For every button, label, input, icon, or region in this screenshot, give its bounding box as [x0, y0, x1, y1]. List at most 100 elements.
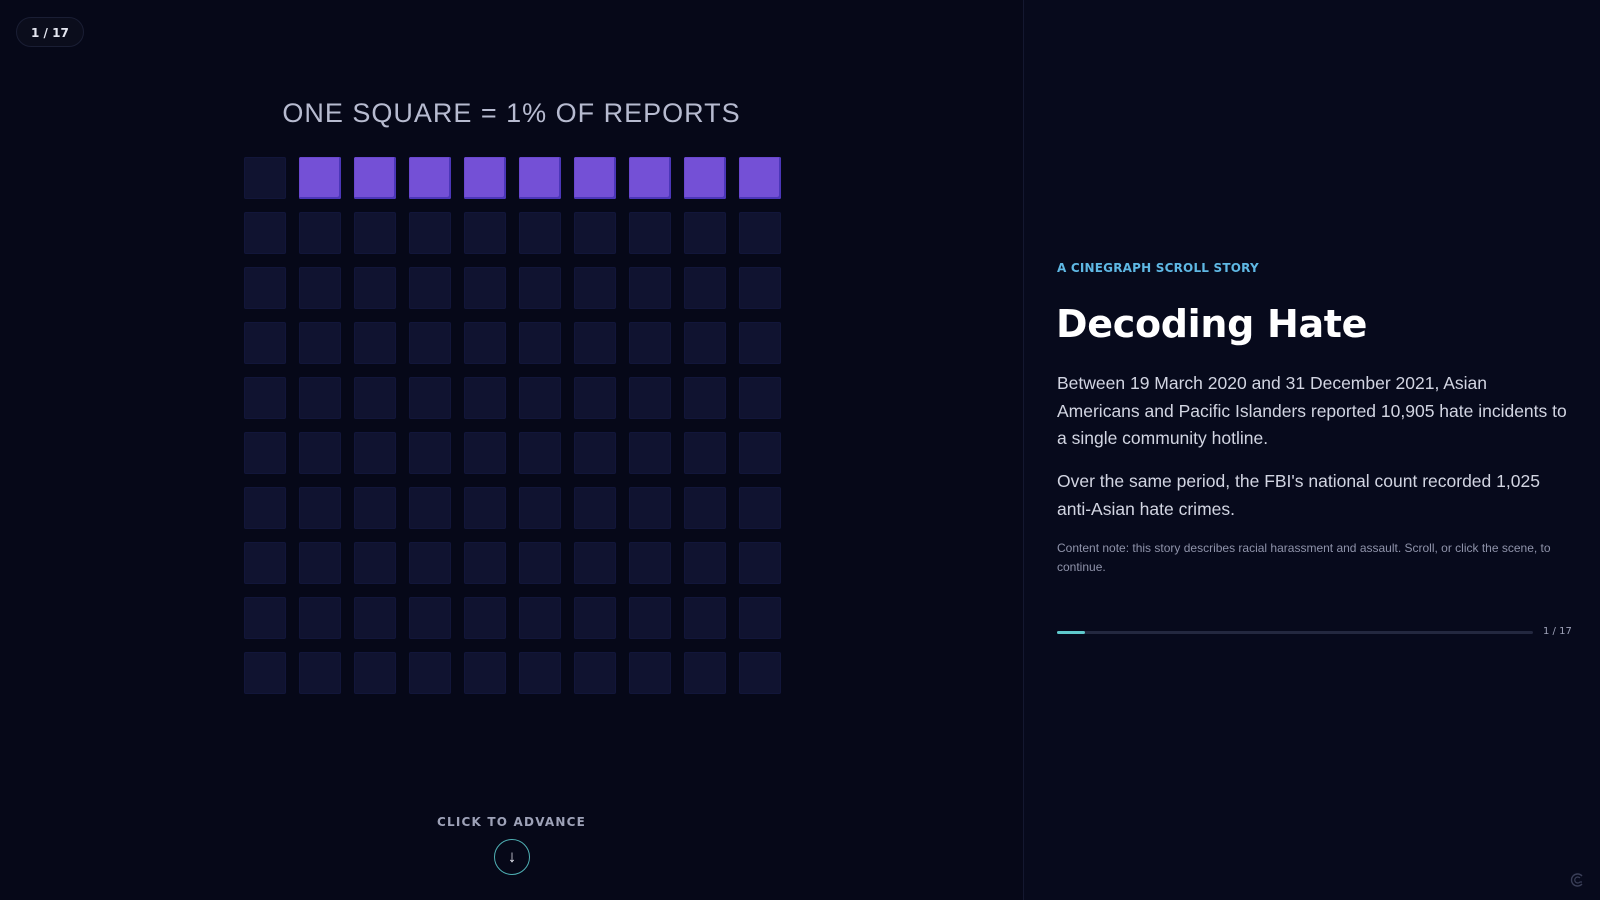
- waffle-square-empty: [354, 377, 396, 419]
- waffle-square-empty: [574, 487, 616, 529]
- waffle-square-empty: [464, 597, 506, 639]
- waffle-square-empty: [574, 322, 616, 364]
- waffle-square-filled: [684, 157, 726, 199]
- waffle-square-empty: [739, 652, 781, 694]
- waffle-square-filled: [464, 157, 506, 199]
- waffle-square-empty: [684, 542, 726, 584]
- advance-button[interactable]: ↓: [494, 839, 530, 875]
- waffle-square-empty: [739, 267, 781, 309]
- waffle-square-filled: [409, 157, 451, 199]
- waffle-square-empty: [244, 157, 286, 199]
- waffle-square-empty: [354, 542, 396, 584]
- waffle-square-empty: [464, 487, 506, 529]
- waffle-square-empty: [354, 212, 396, 254]
- waffle-square-filled: [739, 157, 781, 199]
- waffle-square-empty: [739, 487, 781, 529]
- waffle-square-empty: [574, 542, 616, 584]
- waffle-chart-title: ONE SQUARE = 1% OF REPORTS: [282, 98, 741, 128]
- waffle-square-empty: [684, 487, 726, 529]
- waffle-square-empty: [354, 432, 396, 474]
- waffle-square-empty: [409, 597, 451, 639]
- waffle-square-empty: [299, 487, 341, 529]
- waffle-square-empty: [519, 652, 561, 694]
- waffle-square-empty: [684, 597, 726, 639]
- waffle-square-empty: [739, 322, 781, 364]
- waffle-square-empty: [739, 377, 781, 419]
- waffle-square-empty: [244, 542, 286, 584]
- waffle-square-empty: [464, 322, 506, 364]
- waffle-square-empty: [244, 322, 286, 364]
- waffle-square-empty: [519, 487, 561, 529]
- story-progress-count: 1 / 17: [1543, 626, 1572, 637]
- story-progress-bar: [1057, 631, 1533, 634]
- waffle-chart: [244, 157, 781, 694]
- step-counter-badge: 1 / 17: [16, 17, 84, 47]
- waffle-square-empty: [299, 322, 341, 364]
- waffle-square-empty: [629, 432, 671, 474]
- waffle-square-empty: [684, 652, 726, 694]
- waffle-square-empty: [684, 212, 726, 254]
- story-headline: Decoding Hate: [1056, 302, 1368, 346]
- waffle-square-empty: [739, 212, 781, 254]
- waffle-square-empty: [519, 322, 561, 364]
- click-to-advance-label: CLICK TO ADVANCE: [436, 815, 587, 829]
- waffle-square-empty: [244, 212, 286, 254]
- waffle-square-empty: [244, 652, 286, 694]
- waffle-square-empty: [464, 377, 506, 419]
- waffle-square-empty: [519, 212, 561, 254]
- story-paragraph-1: Between 19 March 2020 and 31 December 20…: [1057, 373, 1567, 448]
- waffle-square-empty: [299, 432, 341, 474]
- waffle-square-empty: [354, 597, 396, 639]
- story-kicker: A CINEGRAPH SCROLL STORY: [1057, 261, 1259, 275]
- waffle-square-empty: [409, 487, 451, 529]
- waffle-square-empty: [739, 542, 781, 584]
- waffle-square-empty: [244, 487, 286, 529]
- waffle-square-empty: [574, 377, 616, 419]
- waffle-square-empty: [244, 267, 286, 309]
- waffle-square-filled: [519, 157, 561, 199]
- waffle-square-empty: [409, 322, 451, 364]
- waffle-square-empty: [409, 432, 451, 474]
- waffle-square-empty: [354, 322, 396, 364]
- waffle-square-empty: [299, 212, 341, 254]
- waffle-square-empty: [409, 377, 451, 419]
- waffle-square-empty: [299, 542, 341, 584]
- waffle-square-empty: [519, 267, 561, 309]
- waffle-square-empty: [629, 542, 671, 584]
- waffle-square-empty: [409, 652, 451, 694]
- waffle-square-empty: [519, 432, 561, 474]
- waffle-square-empty: [354, 267, 396, 309]
- waffle-square-empty: [464, 212, 506, 254]
- waffle-square-empty: [739, 432, 781, 474]
- waffle-square-empty: [684, 267, 726, 309]
- waffle-square-empty: [629, 487, 671, 529]
- waffle-square-empty: [244, 377, 286, 419]
- waffle-square-empty: [299, 652, 341, 694]
- story-paragraph-2: Over the same period, the FBI's national…: [1057, 471, 1540, 519]
- waffle-square-empty: [574, 212, 616, 254]
- waffle-square-empty: [464, 542, 506, 584]
- waffle-square-empty: [464, 432, 506, 474]
- story-scene[interactable]: 1 / 17 ONE SQUARE = 1% OF REPORTS CLICK …: [0, 0, 1023, 900]
- waffle-square-empty: [629, 267, 671, 309]
- waffle-square-empty: [574, 652, 616, 694]
- waffle-square-empty: [464, 267, 506, 309]
- waffle-square-empty: [629, 377, 671, 419]
- waffle-square-empty: [629, 212, 671, 254]
- waffle-square-empty: [684, 322, 726, 364]
- waffle-square-empty: [519, 542, 561, 584]
- waffle-square-empty: [684, 432, 726, 474]
- waffle-square-empty: [409, 212, 451, 254]
- waffle-square-filled: [354, 157, 396, 199]
- story-progress-fill: [1057, 631, 1085, 634]
- waffle-square-empty: [629, 652, 671, 694]
- waffle-square-empty: [629, 322, 671, 364]
- waffle-square-empty: [354, 652, 396, 694]
- waffle-square-empty: [574, 432, 616, 474]
- waffle-square-empty: [684, 377, 726, 419]
- waffle-square-empty: [519, 597, 561, 639]
- waffle-square-filled: [574, 157, 616, 199]
- waffle-square-empty: [299, 267, 341, 309]
- waffle-square-empty: [244, 432, 286, 474]
- waffle-square-empty: [464, 652, 506, 694]
